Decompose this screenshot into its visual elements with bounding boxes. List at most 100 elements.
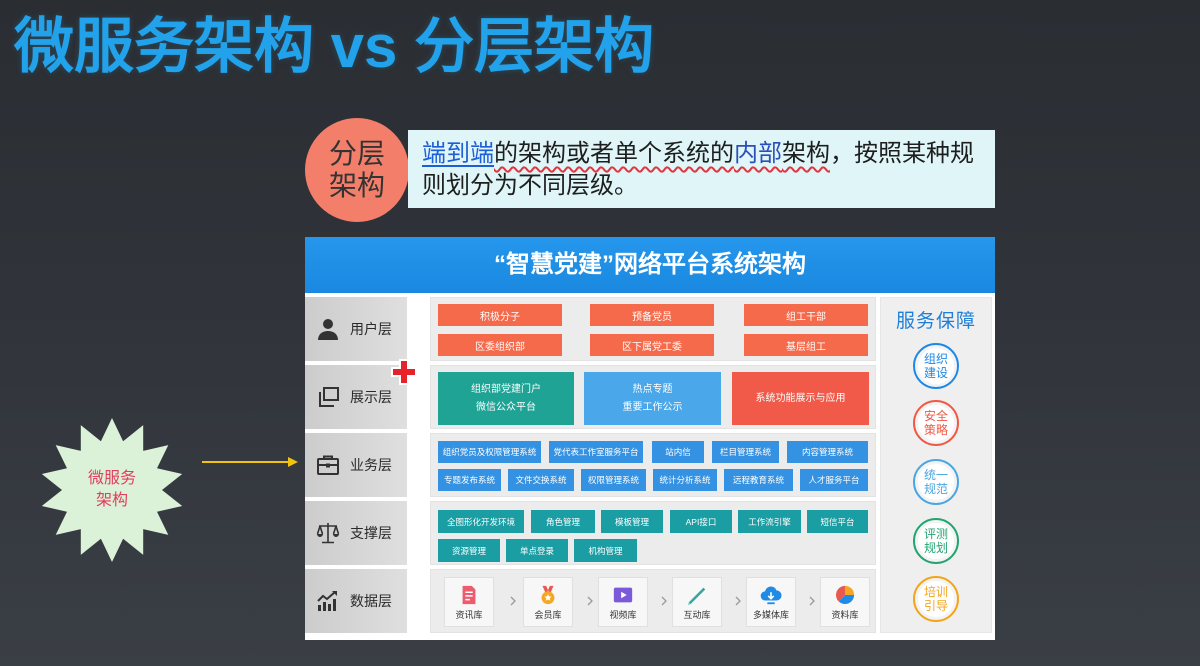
layer-label-business: 业务层 bbox=[305, 433, 407, 497]
layer-label-user: 用户层 bbox=[305, 297, 407, 361]
support-service-box: 模板管理 bbox=[601, 510, 663, 533]
business-system-box: 专题发布系统 bbox=[438, 469, 501, 491]
badge-line-1: 分层 bbox=[328, 138, 385, 169]
presentation-function-box: 系统功能展示与应用 bbox=[732, 372, 869, 425]
service-item-line-2: 策略 bbox=[923, 423, 948, 437]
presentation-box-line-2: 微信公众平台 bbox=[476, 401, 536, 413]
data-store-item: 互动库 bbox=[672, 577, 722, 627]
layer-name: 支撑层 bbox=[350, 525, 392, 541]
slide-title: 微服务架构 vs 分层架构 bbox=[14, 13, 655, 80]
user-role-box: 组工干部 bbox=[744, 304, 868, 326]
document-icon bbox=[462, 585, 476, 605]
support-service-box: 全图形化开发环境 bbox=[438, 510, 524, 533]
business-system-box: 站内信 bbox=[652, 441, 704, 463]
data-store-label: 会员库 bbox=[534, 610, 562, 620]
definition-highlight-end-to-end: 端到端 bbox=[422, 140, 494, 167]
interaction-icon bbox=[687, 587, 706, 606]
business-system-box: 文件交换系统 bbox=[508, 469, 574, 491]
service-item-line-1: 安全 bbox=[923, 409, 948, 423]
data-store-label: 资料库 bbox=[831, 610, 859, 620]
microservice-label: 微服务 架构 bbox=[62, 468, 162, 512]
service-item-line-2: 规范 bbox=[923, 482, 948, 496]
chart-icon bbox=[317, 591, 337, 611]
user-role-box: 预备党员 bbox=[590, 304, 714, 326]
service-item-circle: 培训 引导 bbox=[913, 576, 959, 622]
diagram-title: “智慧党建”网络平台系统架构 bbox=[305, 237, 995, 293]
support-service-box: 机构管理 bbox=[574, 539, 637, 562]
microservice-label-line-1: 微服务 bbox=[87, 470, 136, 487]
windows-icon bbox=[319, 387, 339, 407]
data-store-item: 会员库 bbox=[523, 577, 573, 627]
user-role-box: 区委组织部 bbox=[438, 334, 562, 356]
business-layer-row: 组织党员及权限管理系统 党代表工作室服务平台 站内信 栏目管理系统 内容管理系统… bbox=[430, 433, 876, 497]
service-item-circle: 安全 策略 bbox=[913, 400, 959, 446]
layered-definition-box: 端到端的架构或者单个系统的内部架构，按照某种规则划分为不同层级。 bbox=[408, 130, 995, 208]
support-service-box: 单点登录 bbox=[506, 539, 568, 562]
presentation-box-line-1: 热点专题 bbox=[632, 383, 673, 395]
data-store-label: 资讯库 bbox=[455, 610, 483, 620]
layer-label-data: 数据层 bbox=[305, 569, 407, 633]
scale-icon bbox=[316, 523, 340, 544]
red-cross-marker-icon bbox=[391, 359, 417, 385]
support-service-box: 角色管理 bbox=[531, 510, 595, 533]
support-service-box: 资源管理 bbox=[438, 539, 500, 562]
business-system-box: 栏目管理系统 bbox=[712, 441, 779, 463]
microservice-label-line-2: 架构 bbox=[95, 492, 128, 509]
data-store-label: 多媒体库 bbox=[752, 610, 789, 620]
support-layer-row: 全图形化开发环境 角色管理 模板管理 API接口 工作流引擎 短信平台 资源管理… bbox=[430, 501, 876, 565]
data-store-label: 互动库 bbox=[683, 610, 711, 620]
chevron-right-icon bbox=[661, 596, 667, 606]
presentation-layer-row: 组织部党建门户 微信公众平台 热点专题 重要工作公示 系统功能展示与应用 bbox=[430, 365, 876, 429]
presentation-box-line-1: 系统功能展示与应用 bbox=[755, 392, 846, 404]
data-layer-row: 资讯库 会员库 视频库 互动库 多媒体库 资料库 bbox=[430, 569, 876, 633]
chevron-right-icon bbox=[587, 596, 593, 606]
support-service-box: 短信平台 bbox=[807, 510, 868, 533]
data-store-label: 视频库 bbox=[609, 610, 637, 620]
business-system-box: 远程教育系统 bbox=[724, 469, 793, 491]
layered-architecture-badge: 分层 架构 bbox=[305, 118, 409, 222]
presentation-portal-box: 组织部党建门户 微信公众平台 bbox=[438, 372, 574, 425]
layer-name: 数据层 bbox=[350, 593, 392, 609]
layer-name: 用户层 bbox=[350, 321, 392, 337]
support-service-box: 工作流引擎 bbox=[738, 510, 801, 533]
layer-name: 展示层 bbox=[350, 389, 392, 405]
service-item-line-1: 统一 bbox=[923, 468, 948, 482]
user-role-box: 基层组工 bbox=[744, 334, 868, 356]
business-system-box: 党代表工作室服务平台 bbox=[549, 441, 643, 463]
video-icon bbox=[613, 587, 633, 603]
layer-label-support: 支撑层 bbox=[305, 501, 407, 565]
definition-text: 端到端的架构或者单个系统的内部架构，按照某种规则划分为不同层级。 bbox=[422, 138, 982, 202]
service-item-line-2: 规划 bbox=[923, 541, 948, 555]
chevron-right-icon bbox=[510, 596, 516, 606]
badge-line-2: 架构 bbox=[328, 170, 385, 201]
service-item-circle: 组织 建设 bbox=[913, 343, 959, 389]
pie-chart-icon bbox=[835, 585, 855, 605]
service-item-line-1: 组织 bbox=[923, 352, 948, 366]
user-role-box: 积极分子 bbox=[438, 304, 562, 326]
chevron-right-icon bbox=[809, 596, 815, 606]
presentation-box-line-2: 重要工作公示 bbox=[622, 401, 683, 413]
service-item-line-1: 培训 bbox=[923, 585, 948, 599]
cloud-download-icon bbox=[760, 586, 782, 605]
definition-highlight-internal: 内部 bbox=[734, 140, 782, 167]
service-guarantee-title: 服务保障 bbox=[895, 311, 976, 332]
user-layer-row: 积极分子 预备党员 组工干部 区委组织部 区下属党工委 基层组工 bbox=[430, 297, 876, 361]
definition-segment-underlined-2: 架构 bbox=[782, 140, 830, 167]
business-system-box: 权限管理系统 bbox=[581, 469, 646, 491]
layer-name: 业务层 bbox=[350, 457, 392, 473]
business-system-box: 人才服务平台 bbox=[800, 469, 868, 491]
data-store-item: 资讯库 bbox=[444, 577, 494, 627]
definition-segment-underlined: 的架构或者单个系统的 bbox=[494, 140, 734, 167]
chevron-right-icon bbox=[735, 596, 741, 606]
data-store-item: 资料库 bbox=[820, 577, 870, 627]
service-item-line-2: 建设 bbox=[923, 366, 948, 380]
data-store-item: 多媒体库 bbox=[746, 577, 796, 627]
service-guarantee-panel: 服务保障 组织 建设 安全 策略 统一 规范 评测 规划 培训 引导 bbox=[880, 297, 992, 633]
user-role-box: 区下属党工委 bbox=[590, 334, 714, 356]
business-system-box: 内容管理系统 bbox=[787, 441, 868, 463]
user-icon bbox=[318, 319, 338, 340]
architecture-diagram: “智慧党建”网络平台系统架构 用户层 展示层 业务层 支撑层 数据层 积极分子 … bbox=[305, 237, 995, 640]
presentation-box-line-1: 组织部党建门户 bbox=[471, 383, 541, 395]
briefcase-icon bbox=[317, 455, 339, 475]
arrow-right-icon bbox=[202, 457, 298, 467]
